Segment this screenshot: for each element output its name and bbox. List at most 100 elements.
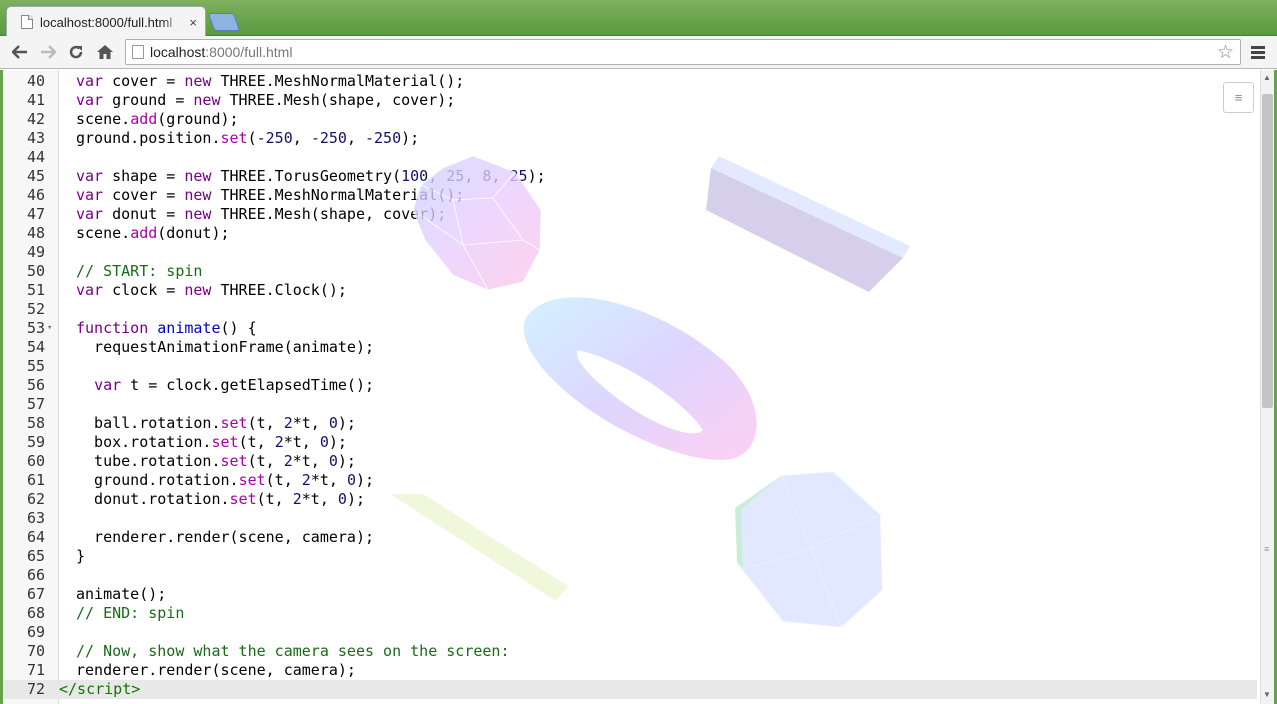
code-line[interactable]: 45 var shape = new THREE.TorusGeometry(10… <box>3 167 1257 186</box>
code-line[interactable]: 42 scene.add(ground); <box>3 110 1257 129</box>
line-number: 65 <box>26 547 45 565</box>
code-text: animate(); <box>76 585 167 603</box>
line-number: 53 <box>26 319 45 337</box>
line-number: 69 <box>26 623 45 641</box>
code-line[interactable]: 53 ▾ function animate() { <box>3 319 1257 338</box>
code-line[interactable]: 41 var ground = new THREE.Mesh(shape, cov… <box>3 91 1257 110</box>
code-text: requestAnimationFrame(animate); <box>76 338 375 356</box>
fold-gutter <box>45 167 59 186</box>
code-line[interactable]: 50 // START: spin <box>3 262 1257 281</box>
line-number: 40 <box>26 72 45 90</box>
line-number: 57 <box>26 395 45 413</box>
url-path: :8000/full.html <box>205 44 293 60</box>
code-line[interactable]: 44 <box>3 148 1257 167</box>
line-number: 47 <box>26 205 45 223</box>
code-text: scene.add(donut); <box>76 224 230 242</box>
code-text: </script> <box>59 680 141 698</box>
code-line[interactable]: 51 var clock = new THREE.Clock(); <box>3 281 1257 300</box>
back-button[interactable] <box>8 41 32 63</box>
address-bar[interactable]: localhost:8000/full.html ☆ <box>125 39 1241 65</box>
tab-close-button[interactable]: × <box>189 15 197 30</box>
hamburger-menu-icon[interactable] <box>1247 41 1269 63</box>
title-bar: localhost:8000/full.html × <box>0 0 1277 37</box>
code-text: var ground = new THREE.Mesh(shape, cover… <box>76 91 456 109</box>
code-line[interactable]: 62 donut.rotation.set(t, 2*t, 0); <box>3 490 1257 509</box>
code-text: var shape = new THREE.TorusGeometry(100,… <box>76 167 546 185</box>
code-line[interactable]: 40 var cover = new THREE.MeshNormalMateri… <box>3 72 1257 91</box>
fold-gutter <box>45 243 59 262</box>
code-text: function animate() { <box>76 319 257 337</box>
scrollbar-thumb[interactable] <box>1262 94 1273 408</box>
new-tab-button[interactable] <box>207 13 241 31</box>
vertical-scrollbar[interactable]: ▲ ≡ ▼ <box>1260 70 1274 704</box>
home-button[interactable] <box>93 41 117 63</box>
code-line[interactable]: 55 <box>3 357 1257 376</box>
fold-gutter <box>45 148 59 167</box>
code-line[interactable]: 47 var donut = new THREE.Mesh(shape, cove… <box>3 205 1257 224</box>
line-number: 44 <box>26 148 45 166</box>
line-number: 70 <box>26 642 45 660</box>
fold-gutter <box>45 680 59 699</box>
bookmark-star-icon[interactable]: ☆ <box>1217 41 1234 64</box>
fold-gutter <box>45 300 59 319</box>
fold-gutter <box>45 186 59 205</box>
code-line[interactable]: 56 var t = clock.getElapsedTime(); <box>3 376 1257 395</box>
page-icon <box>21 15 33 29</box>
fold-gutter <box>45 566 59 585</box>
forward-button[interactable] <box>36 41 60 63</box>
code-line[interactable]: 43 ground.position.set(-250, -250, -250); <box>3 129 1257 148</box>
code-line[interactable]: 58 ball.rotation.set(t, 2*t, 0); <box>3 414 1257 433</box>
code-line[interactable]: 60 tube.rotation.set(t, 2*t, 0); <box>3 452 1257 471</box>
line-number: 59 <box>26 433 45 451</box>
code-line[interactable]: 67 animate(); <box>3 585 1257 604</box>
arrow-right-icon <box>41 45 56 59</box>
code-line[interactable]: 64 renderer.render(scene, camera); <box>3 528 1257 547</box>
line-number: 49 <box>26 243 45 261</box>
line-number: 61 <box>26 471 45 489</box>
code-line[interactable]: 65} <box>3 547 1257 566</box>
code-line[interactable]: 70 // Now, show what the camera sees on t… <box>3 642 1257 661</box>
code-line[interactable]: 61 ground.rotation.set(t, 2*t, 0); <box>3 471 1257 490</box>
code-text: // START: spin <box>76 262 203 280</box>
scroll-up-arrow-icon[interactable]: ▲ <box>1263 73 1271 82</box>
code-editor[interactable]: 39var shape = new THREE.CubeGeometry(300… <box>3 70 1257 699</box>
fold-gutter <box>45 623 59 642</box>
code-line[interactable]: 52 <box>3 300 1257 319</box>
reload-button[interactable] <box>64 41 88 63</box>
line-number: 66 <box>26 566 45 584</box>
code-text: renderer.render(scene, camera); <box>76 661 356 679</box>
line-number: 56 <box>26 376 45 394</box>
code-line[interactable]: 57 <box>3 395 1257 414</box>
scroll-grip-icon: ≡ <box>1264 544 1270 554</box>
fold-gutter <box>45 72 59 91</box>
code-line[interactable]: 71 renderer.render(scene, camera); <box>3 661 1257 680</box>
code-line[interactable]: 68 // END: spin <box>3 604 1257 623</box>
fold-gutter <box>45 642 59 661</box>
code-line[interactable]: 48 scene.add(donut); <box>3 224 1257 243</box>
line-number: 63 <box>26 509 45 527</box>
fold-gutter <box>45 338 59 357</box>
code-line[interactable]: 46 var cover = new THREE.MeshNormalMateri… <box>3 186 1257 205</box>
fold-gutter <box>45 433 59 452</box>
line-number: 50 <box>26 262 45 280</box>
fold-gutter <box>45 281 59 300</box>
code-line[interactable]: 63 <box>3 509 1257 528</box>
line-number: 52 <box>26 300 45 318</box>
panel-toggle-button[interactable]: ≡ <box>1223 82 1254 113</box>
line-number: 46 <box>26 186 45 204</box>
fold-gutter <box>45 585 59 604</box>
code-line[interactable]: 69 <box>3 623 1257 642</box>
code-line[interactable]: 59 box.rotation.set(t, 2*t, 0); <box>3 433 1257 452</box>
code-line[interactable]: 54 requestAnimationFrame(animate); <box>3 338 1257 357</box>
scroll-down-arrow-icon[interactable]: ▼ <box>1263 690 1271 699</box>
code-line[interactable]: 66 <box>3 566 1257 585</box>
code-text: box.rotation.set(t, 2*t, 0); <box>76 433 347 451</box>
code-line[interactable]: 49 <box>3 243 1257 262</box>
code-line[interactable]: 72 </script> <box>3 680 1257 699</box>
fold-arrow-icon[interactable]: ▾ <box>45 319 59 338</box>
browser-tab[interactable]: localhost:8000/full.html × <box>6 6 206 37</box>
code-text: // Now, show what the camera sees on the… <box>76 642 510 660</box>
